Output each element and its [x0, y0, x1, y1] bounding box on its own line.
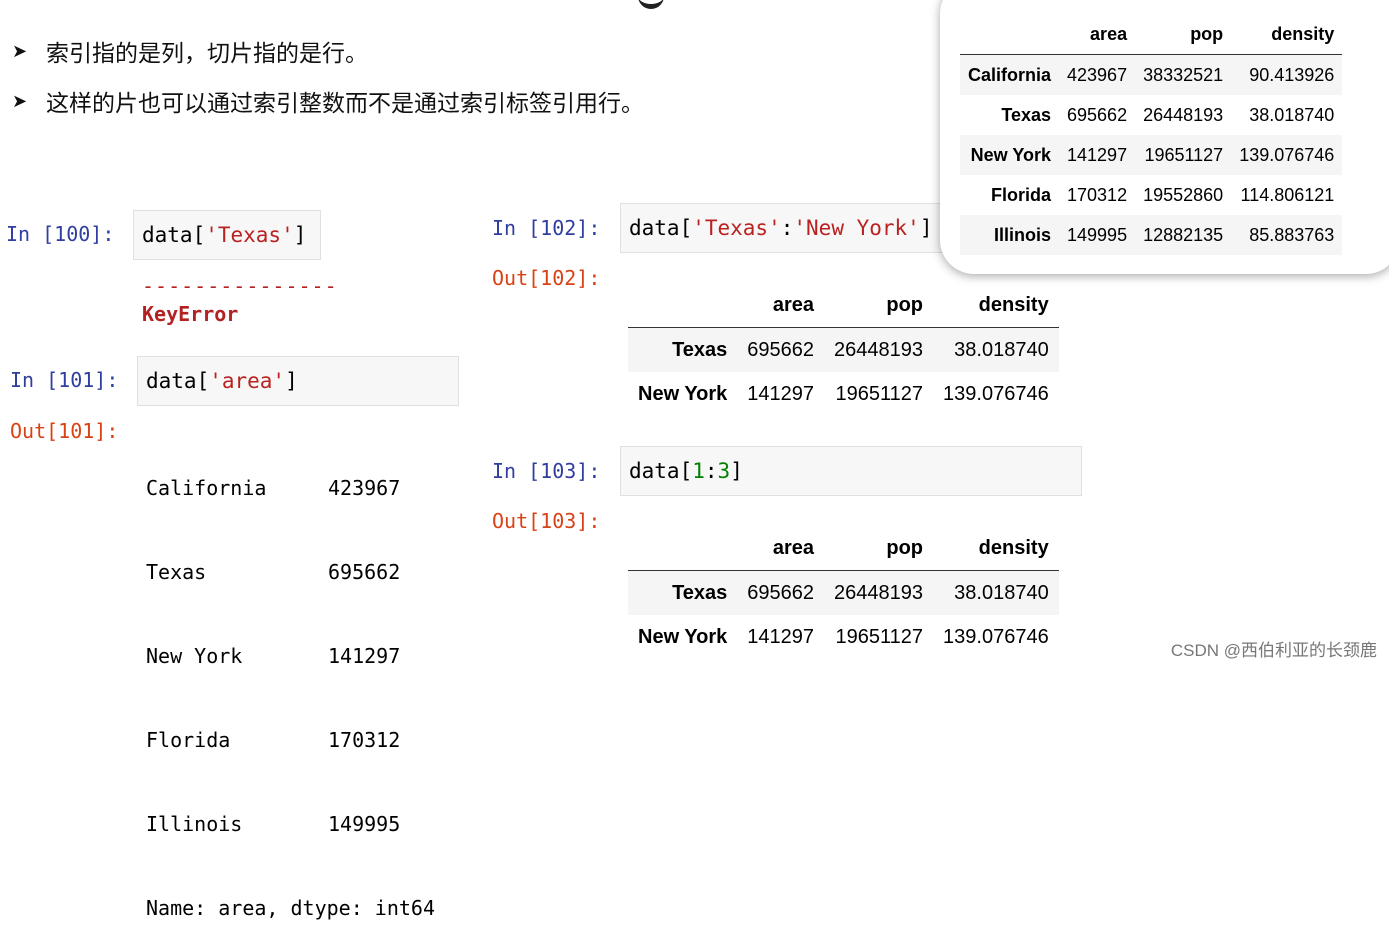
- column-header: density: [1231, 14, 1343, 55]
- series-row: Illinois 149995: [146, 812, 401, 836]
- arrow-bullet-icon: ➤: [12, 90, 28, 112]
- bullet-text: 索引指的是列，切片指的是行。: [46, 41, 368, 67]
- output-prompt: Out[102]:: [492, 266, 601, 290]
- code-cell[interactable]: data[1:3]: [620, 446, 1082, 496]
- code-number: 3: [717, 459, 731, 483]
- code-string: 'area': [209, 369, 286, 393]
- column-header: pop: [824, 526, 934, 571]
- series-row: New York 141297: [146, 644, 401, 668]
- code-text: ]: [285, 369, 298, 393]
- watermark: CSDN @西伯利亚的长颈鹿: [1170, 641, 1377, 660]
- column-header: area: [737, 283, 825, 328]
- input-prompt: In [102]:: [492, 216, 601, 240]
- code-cell[interactable]: data['Texas': 'New York']: [620, 203, 950, 253]
- input-prompt: In [103]:: [492, 459, 601, 483]
- code-text: data[: [142, 223, 206, 247]
- input-prompt: In [100]:: [6, 222, 115, 246]
- code-cell[interactable]: data['Texas']: [133, 210, 321, 260]
- table-row: New York 141297 19651127 139.076746: [638, 625, 1049, 648]
- full-dataframe-table: area pop density California 423967 3833252…: [960, 14, 1343, 255]
- input-prompt: In [101]:: [10, 368, 119, 392]
- bullet-item: ➤ 这样的片也可以通过索引整数而不是通过索引标签引用行。: [12, 84, 644, 118]
- code-cell[interactable]: data['area']: [137, 356, 459, 406]
- index-header: [628, 526, 738, 571]
- column-header: area: [1059, 14, 1136, 55]
- code-string: 'Texas': [205, 223, 294, 247]
- table-row: Texas 695662 26448193 38.018740: [628, 570, 1059, 615]
- error-name: KeyError: [142, 302, 239, 326]
- code-number: 1: [692, 459, 705, 483]
- table-row: Texas 695662 26448193 38.018740: [1001, 104, 1335, 125]
- code-text: data[: [146, 369, 210, 393]
- column-header: area: [737, 526, 825, 571]
- table-row: California 423967 38332521 90.413926: [960, 54, 1343, 95]
- partial-title-glyph: [638, 0, 664, 9]
- error-separator: ---------------: [142, 274, 338, 298]
- column-header: pop: [1135, 14, 1232, 55]
- series-row: Florida 170312: [146, 728, 401, 752]
- table-row: Florida 170312 19552860 114.806121: [991, 184, 1335, 205]
- table-row: New York 141297 19651127 139.076746: [960, 135, 1343, 175]
- output-prompt: Out[101]:: [10, 419, 119, 443]
- arrow-bullet-icon: ➤: [12, 40, 28, 62]
- column-header: pop: [824, 283, 934, 328]
- series-output: California 423967 Texas 695662 New York 141…: [146, 418, 435, 950]
- output-prompt: Out[103]:: [492, 509, 601, 533]
- table-row: Texas 695662 26448193 38.018740: [628, 327, 1059, 372]
- dataframe-table: area pop density Texas 695662 26448193 38.0…: [628, 283, 1059, 416]
- series-row: California 423967: [146, 476, 401, 500]
- index-header: [628, 283, 738, 328]
- code-string: 'Texas': [692, 216, 781, 240]
- series-footer: Name: area, dtype: int64: [146, 896, 435, 920]
- bullet-text: 这样的片也可以通过索引整数而不是通过索引标签引用行。: [46, 91, 644, 117]
- table-row: New York 141297 19651127 139.076746: [638, 382, 1049, 405]
- dataframe-output: area pop density Texas 695662 26448193 38.0…: [628, 526, 1059, 659]
- dataframe-output: area pop density Texas 695662 26448193 38.0…: [628, 283, 1059, 416]
- column-header: density: [933, 526, 1059, 571]
- full-dataframe-card: area pop density California 423967 3833252…: [940, 0, 1389, 274]
- column-header: density: [933, 283, 1059, 328]
- series-row: Texas 695662: [146, 560, 401, 584]
- index-header: [960, 14, 1060, 55]
- dataframe-table: area pop density Texas 695662 26448193 38.0…: [628, 526, 1059, 659]
- table-row: Illinois 149995 12882135 85.883763: [960, 215, 1343, 255]
- bullet-item: ➤ 索引指的是列，切片指的是行。: [12, 34, 368, 68]
- code-text: ]: [293, 223, 307, 247]
- code-string: 'New York': [793, 216, 920, 240]
